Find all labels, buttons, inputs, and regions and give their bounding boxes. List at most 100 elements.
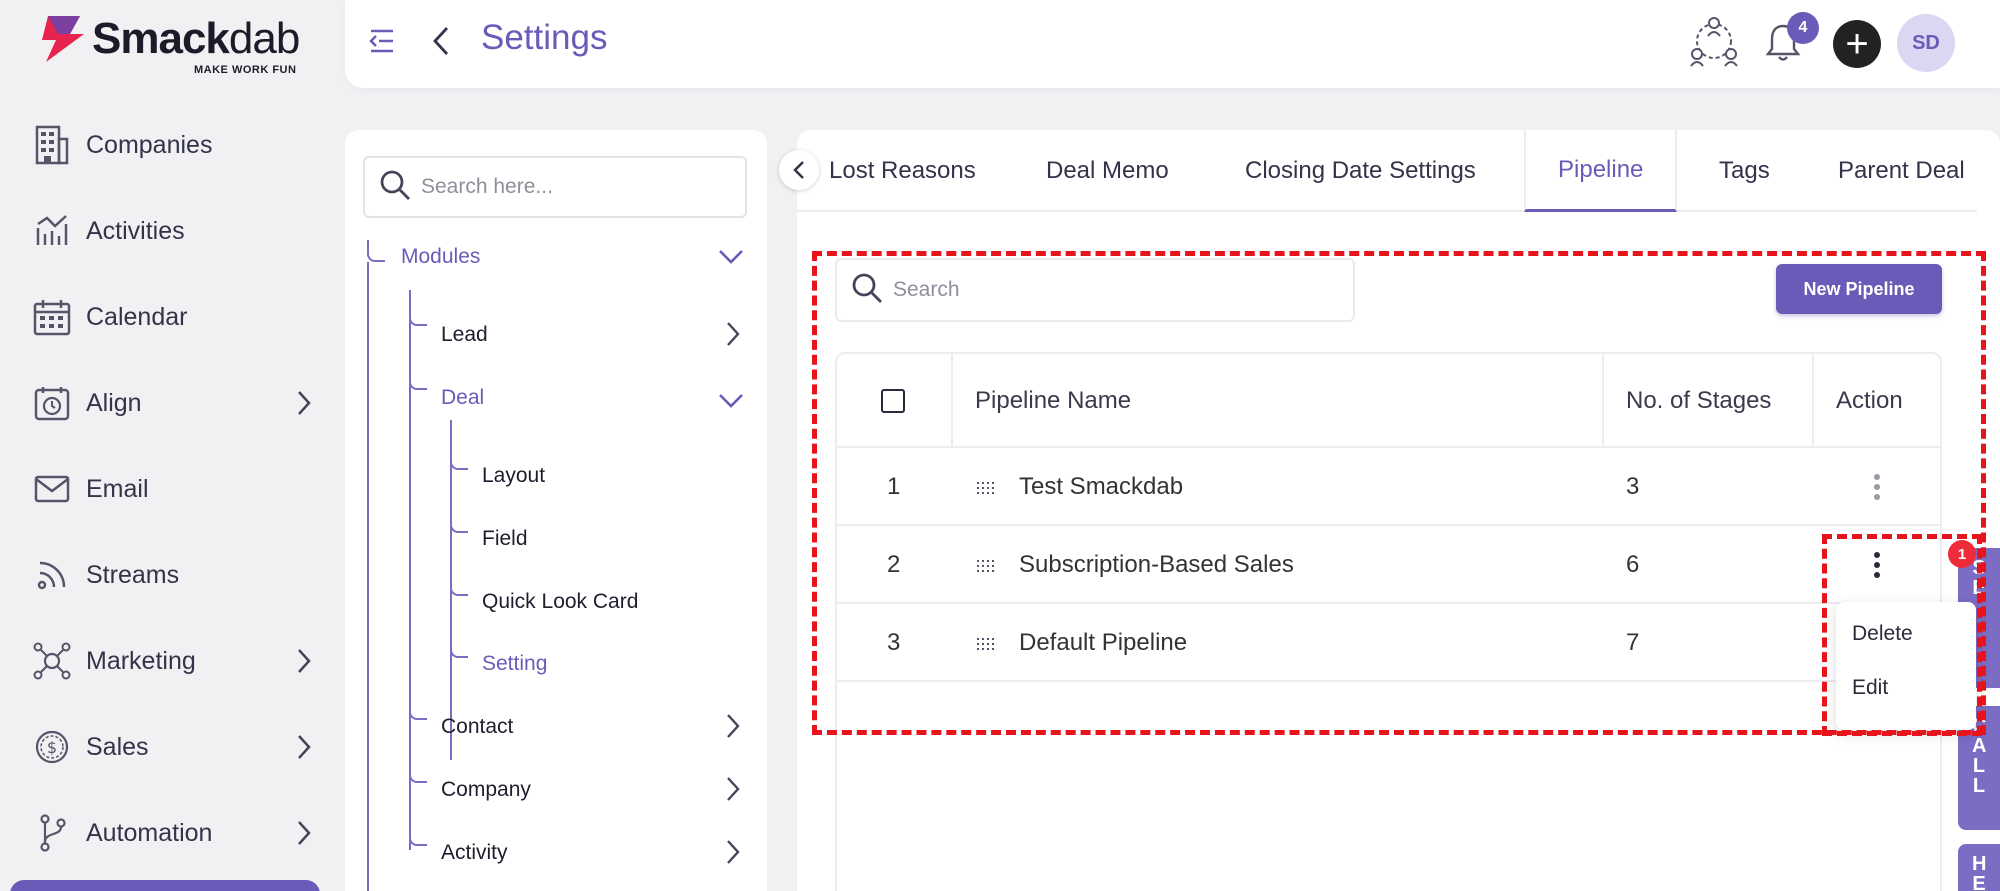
menu-item-edit[interactable]: Edit <box>1852 676 1888 700</box>
tree-connector <box>450 513 468 533</box>
side-tab-help-text: H E <box>1972 853 1987 891</box>
table-row[interactable]: 1 Test Smackdab 3 <box>837 448 1940 526</box>
chevron-right-icon <box>296 647 312 680</box>
branch-icon <box>32 813 72 853</box>
tree-connector <box>409 370 427 390</box>
settings-tabbar: Lost Reasons Deal Memo Closing Date Sett… <box>779 130 1977 212</box>
menu-item-delete[interactable]: Delete <box>1852 622 1913 646</box>
row-action-menu: Delete Edit <box>1836 602 1976 730</box>
nav-activities[interactable]: Activities <box>32 203 312 259</box>
tree-item-lead[interactable]: Lead <box>441 323 488 347</box>
settings-search-input[interactable] <box>421 175 721 199</box>
nav-label: Activities <box>86 216 185 245</box>
column-header-action: Action <box>1836 387 1903 414</box>
tree-connector <box>409 763 427 783</box>
user-avatar[interactable]: SD <box>1897 14 1955 72</box>
nav-calendar[interactable]: Calendar <box>32 289 312 345</box>
back-arrow-icon[interactable] <box>431 24 451 63</box>
table-row[interactable]: 3 Default Pipeline 7 <box>837 604 1940 682</box>
row-index: 3 <box>887 629 901 656</box>
more-vertical-icon <box>1874 552 1880 578</box>
pipeline-name[interactable]: Default Pipeline <box>1019 604 1187 682</box>
chevron-down-icon[interactable] <box>717 248 745 271</box>
settings-search-box[interactable] <box>363 156 747 218</box>
tab-lost-reasons[interactable]: Lost Reasons <box>829 130 976 212</box>
pipeline-name[interactable]: Test Smackdab <box>1019 448 1183 526</box>
row-actions-kebab[interactable] <box>1874 526 1880 604</box>
nav-label: Email <box>86 474 149 503</box>
chevron-right-icon[interactable] <box>725 712 741 745</box>
side-tab-call-text: C A L L <box>1972 715 1987 797</box>
tree-connector <box>409 306 427 326</box>
nav-companies[interactable]: Companies <box>32 117 312 173</box>
column-header-pipeline-name[interactable]: Pipeline Name <box>975 354 1131 448</box>
side-tab-top-text: S E <box>1972 557 1986 599</box>
chevron-right-icon[interactable] <box>725 838 741 871</box>
drag-handle-icon[interactable] <box>977 526 997 604</box>
chevron-right-icon <box>296 389 312 422</box>
svg-text:$: $ <box>47 738 57 757</box>
column-divider <box>1812 354 1814 448</box>
smackdab-logo[interactable]: Smackdab MAKE WORK FUN <box>40 14 300 76</box>
select-all-checkbox[interactable] <box>881 389 905 413</box>
activity-chart-icon <box>32 211 72 251</box>
dollar-icon: $ <box>32 727 72 767</box>
nav-label: Sales <box>86 732 149 761</box>
tree-item-quick-look-card[interactable]: Quick Look Card <box>482 590 638 614</box>
left-navigation: Smackdab MAKE WORK FUN Companies Activit… <box>0 0 340 891</box>
pipeline-name[interactable]: Subscription-Based Sales <box>1019 526 1294 604</box>
stage-count: 3 <box>1626 473 1640 500</box>
tree-item-layout[interactable]: Layout <box>482 464 545 488</box>
table-header: Pipeline Name No. of Stages Action <box>837 354 1940 448</box>
tree-item-activity[interactable]: Activity <box>441 841 508 865</box>
more-vertical-icon <box>1874 474 1880 500</box>
add-new-button[interactable]: + <box>1833 20 1881 68</box>
nav-sales[interactable]: $ Sales <box>32 719 312 775</box>
tree-item-deal[interactable]: Deal <box>441 386 484 410</box>
column-header-stages[interactable]: No. of Stages <box>1626 354 1771 448</box>
nav-email[interactable]: Email <box>32 461 312 517</box>
tab-parent-deal[interactable]: Parent Deal <box>1838 130 1965 212</box>
new-pipeline-button[interactable]: New Pipeline <box>1776 264 1942 314</box>
tree-item-field[interactable]: Field <box>482 527 528 551</box>
stage-count: 6 <box>1626 551 1640 578</box>
stage-count: 7 <box>1626 629 1640 656</box>
pipeline-table: Pipeline Name No. of Stages Action 1 Tes… <box>835 352 1942 891</box>
nav-active-item-bar[interactable] <box>10 880 320 891</box>
tree-item-contact[interactable]: Contact <box>441 715 513 739</box>
tab-deal-memo[interactable]: Deal Memo <box>1046 130 1169 212</box>
drag-handle-icon[interactable] <box>977 604 997 682</box>
search-icon <box>851 272 883 309</box>
collapse-menu-icon[interactable] <box>367 26 397 61</box>
table-row[interactable]: 2 Subscription-Based Sales 6 <box>837 526 1940 604</box>
notification-count-badge: 4 <box>1787 12 1819 44</box>
tree-item-setting[interactable]: Setting <box>482 652 547 676</box>
nav-marketing[interactable]: Marketing <box>32 633 312 689</box>
nav-label: Companies <box>86 130 213 159</box>
top-header: Settings 4 + SD <box>345 0 2000 88</box>
tab-closing-date-settings[interactable]: Closing Date Settings <box>1245 130 1476 212</box>
chevron-down-icon[interactable] <box>717 392 745 415</box>
drag-handle-icon[interactable] <box>977 448 997 526</box>
side-tab-help[interactable]: H E <box>1958 844 2000 891</box>
chevron-right-icon[interactable] <box>725 320 741 353</box>
row-actions-kebab[interactable] <box>1874 448 1880 526</box>
tab-tags[interactable]: Tags <box>1719 130 1770 212</box>
tab-pipeline[interactable]: Pipeline <box>1524 130 1678 212</box>
nav-label: Align <box>86 388 142 417</box>
nav-label: Calendar <box>86 302 188 331</box>
nav-streams[interactable]: Streams <box>32 547 312 603</box>
nav-automation[interactable]: Automation <box>32 805 312 861</box>
tree-item-modules[interactable]: Modules <box>401 245 480 269</box>
pipeline-search-input[interactable] <box>893 278 1313 302</box>
chevron-right-icon[interactable] <box>725 775 741 808</box>
team-network-icon[interactable] <box>1689 16 1739 73</box>
tree-item-company[interactable]: Company <box>441 778 531 802</box>
building-icon <box>32 125 72 165</box>
calendar-icon <box>32 297 72 337</box>
tabs-scroll-left-button[interactable] <box>779 150 819 190</box>
chevron-left-icon <box>793 161 804 179</box>
network-icon <box>32 641 72 681</box>
nav-align[interactable]: Align <box>32 375 312 431</box>
pipeline-search-box[interactable] <box>835 258 1355 322</box>
